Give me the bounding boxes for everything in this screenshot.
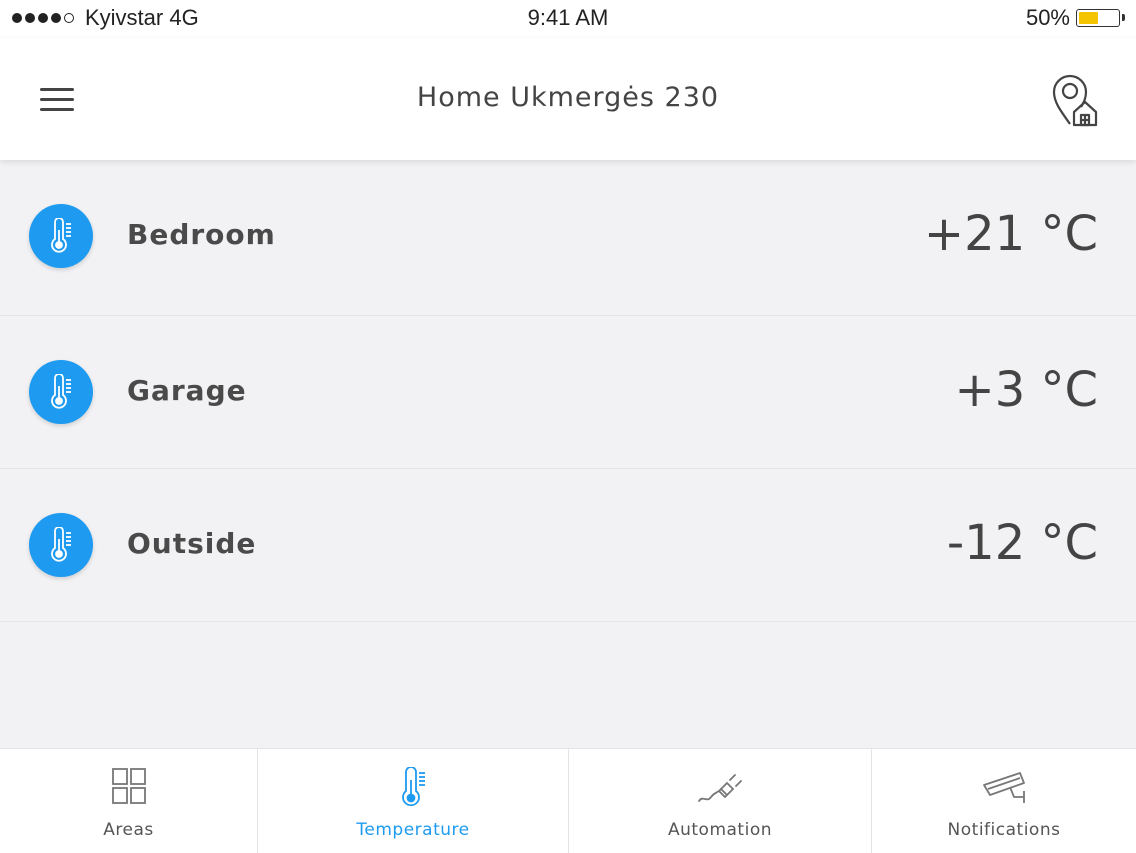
thermometer-icon	[29, 360, 93, 424]
battery-icon	[1076, 9, 1125, 27]
status-right: 50%	[1025, 5, 1125, 31]
security-camera-icon	[983, 772, 1025, 803]
tab-label: Automation	[667, 820, 772, 840]
status-time: 9:41 AM	[527, 5, 609, 30]
battery-percent: 50%	[1025, 5, 1070, 30]
room-temperature: +3 °C	[954, 362, 1098, 418]
grid-icon	[111, 768, 146, 804]
tab-automation[interactable]: Automation	[569, 749, 872, 853]
plug-icon	[698, 774, 742, 802]
thermometer-icon	[29, 204, 93, 268]
tab-temperature[interactable]: Temperature	[258, 749, 569, 853]
room-name: Bedroom	[127, 218, 276, 251]
list-item[interactable]: Bedroom +21 °C	[0, 160, 1136, 316]
room-name: Garage	[127, 374, 247, 407]
tab-label: Areas	[103, 820, 154, 840]
status-bar: Kyivstar 4G 9:41 AM 50%	[0, 0, 1136, 38]
thermometer-icon	[402, 767, 425, 807]
list-item[interactable]: Outside -12 °C	[0, 469, 1136, 622]
room-temperature: -12 °C	[946, 515, 1098, 571]
room-temperature: +21 °C	[923, 206, 1098, 262]
temperature-list: Bedroom +21 °C Garage +3 °C Outside -12 …	[0, 160, 1136, 622]
tab-label: Notifications	[947, 820, 1061, 840]
app-header: Home Ukmergės 230	[0, 38, 1136, 160]
page-title: Home Ukmergės 230	[416, 82, 720, 113]
tab-notifications[interactable]: Notifications	[872, 749, 1136, 853]
room-name: Outside	[127, 527, 257, 560]
list-item[interactable]: Garage +3 °C	[0, 316, 1136, 469]
location-home-icon[interactable]	[1050, 72, 1100, 128]
tab-label: Temperature	[356, 820, 470, 840]
bottom-tab-bar: Areas Temperature Automation Notificatio…	[0, 748, 1136, 853]
thermometer-icon	[29, 513, 93, 577]
tab-areas[interactable]: Areas	[0, 749, 258, 853]
